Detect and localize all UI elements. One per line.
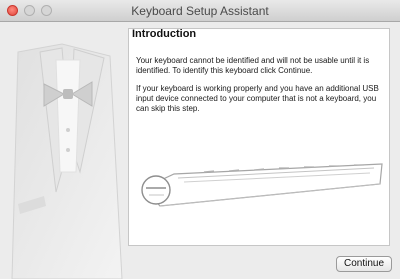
continue-button[interactable]: Continue [336,256,392,272]
keyboard-icon [141,163,383,207]
intro-paragraph: Your keyboard cannot be identified and w… [136,56,370,75]
assistant-window: Keyboard Setup Assistant Introduction Yo… [0,0,400,279]
window-title: Keyboard Setup Assistant [131,4,269,18]
page-title: Introduction [132,28,197,40]
skip-paragraph: If your keyboard is working properly and… [136,84,379,113]
tuxedo-icon [11,43,123,279]
title-bar[interactable]: Keyboard Setup Assistant [0,0,400,22]
